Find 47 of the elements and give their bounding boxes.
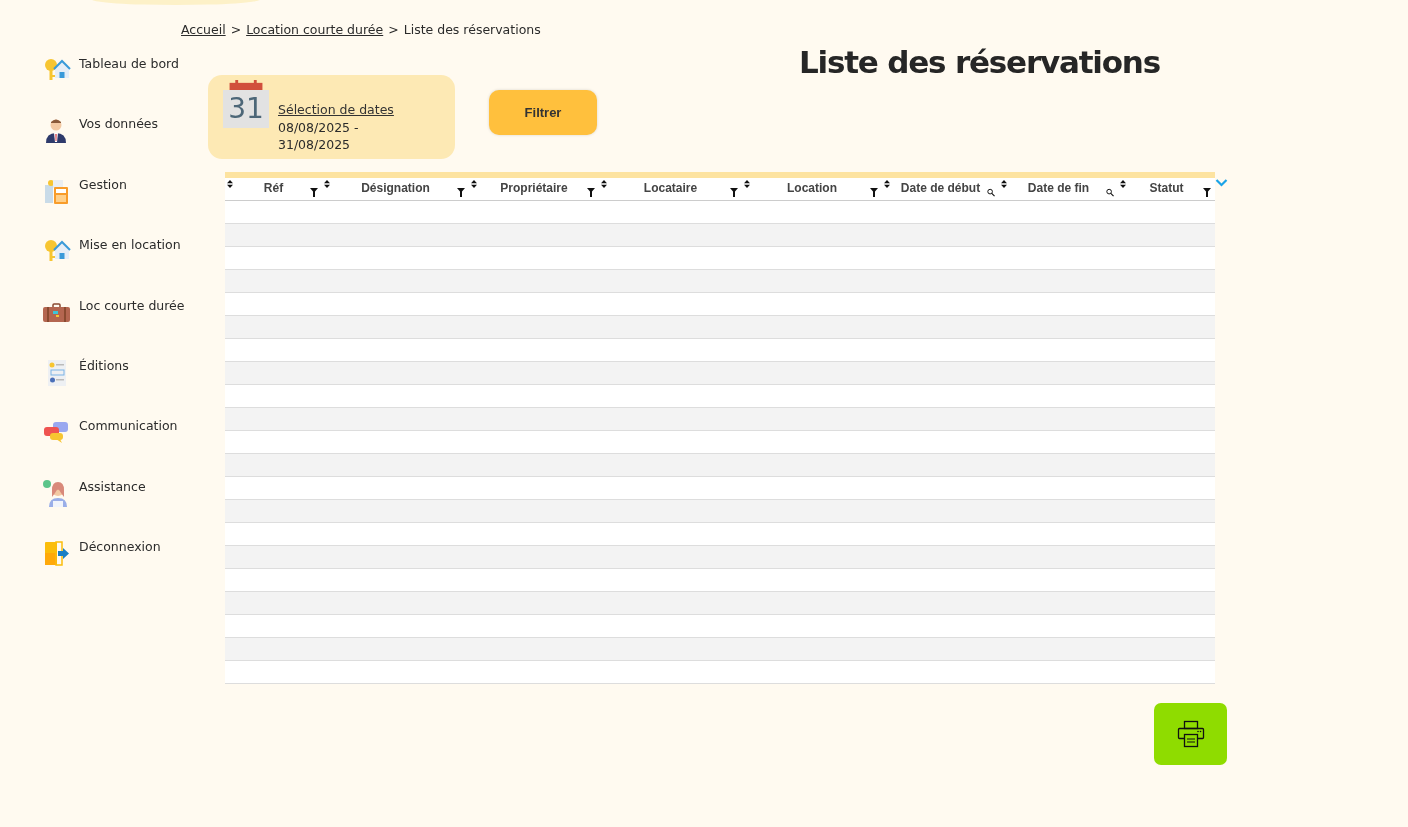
filter-icon[interactable] xyxy=(310,188,318,197)
column-header[interactable]: Location xyxy=(787,181,837,197)
sort-icon[interactable] xyxy=(744,180,750,188)
date-selection-link[interactable]: Sélection de dates xyxy=(278,101,394,118)
sort-icon[interactable] xyxy=(1120,180,1126,188)
sidebar-item[interactable]: Communication xyxy=(79,418,178,434)
sidebar-item[interactable]: Loc courte durée xyxy=(79,297,185,313)
date-range: 08/08/2025 - 31/08/2025 xyxy=(278,119,360,153)
sidebar-item[interactable]: Vos données xyxy=(79,116,159,132)
sort-icon[interactable] xyxy=(1001,180,1007,188)
sidebar-item[interactable]: Déconnexion xyxy=(79,539,161,555)
column-header[interactable]: Date de début xyxy=(900,181,981,197)
exit-door-icon xyxy=(42,539,71,569)
sidebar-item[interactable]: Éditions xyxy=(79,357,129,373)
column-header[interactable]: Désignation xyxy=(361,181,430,197)
filter-icon[interactable] xyxy=(730,188,738,197)
filter-icon[interactable] xyxy=(1203,188,1211,197)
breadcrumb-separator: > xyxy=(230,22,242,37)
column-header[interactable]: Propriétaire xyxy=(500,181,568,197)
filter-icon[interactable] xyxy=(457,188,465,197)
search-icon[interactable] xyxy=(1106,188,1114,197)
sort-icon[interactable] xyxy=(227,180,233,188)
filter-button[interactable]: Filtrer xyxy=(489,90,597,135)
breadcrumb-separator: > xyxy=(388,22,399,37)
print-button[interactable] xyxy=(1154,703,1227,765)
filter-icon[interactable] xyxy=(587,188,595,197)
column-header[interactable]: Locataire xyxy=(643,181,698,197)
search-icon[interactable] xyxy=(987,188,995,197)
sidebar-item[interactable]: Gestion xyxy=(79,176,127,192)
column-header[interactable]: Réf xyxy=(263,181,284,197)
sort-icon[interactable] xyxy=(471,180,477,188)
chevron-down-icon[interactable] xyxy=(1215,178,1228,187)
column-header[interactable]: Statut xyxy=(1149,181,1184,197)
sidebar-item[interactable]: Tableau de bord xyxy=(79,56,179,71)
column-header[interactable]: Date de fin xyxy=(1027,181,1090,197)
sort-icon[interactable] xyxy=(601,180,607,188)
sort-icon[interactable] xyxy=(884,180,890,188)
sidebar-item[interactable]: Mise en location xyxy=(79,237,181,253)
breadcrumb-link[interactable]: Accueil xyxy=(181,22,226,37)
breadcrumb-current: Liste des réservations xyxy=(403,22,541,37)
breadcrumb-link[interactable]: Location courte durée xyxy=(246,22,384,37)
sort-icon[interactable] xyxy=(324,180,330,188)
calendar-day: 31 xyxy=(223,90,269,128)
printer-icon xyxy=(1175,719,1206,749)
filter-icon[interactable] xyxy=(870,188,878,197)
page-title: Liste des réservations xyxy=(799,44,1160,80)
sidebar-item[interactable]: Assistance xyxy=(79,478,146,494)
